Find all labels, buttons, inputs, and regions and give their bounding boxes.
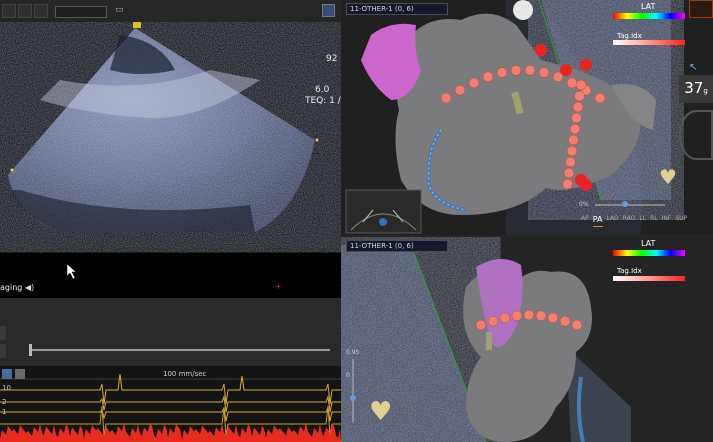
- scale-thumb[interactable]: [350, 395, 356, 401]
- ecg-traces: [0, 373, 341, 442]
- app-window: ▭ 92 6.0 TEQ: 1 / aging ◀) + 100 mm/sec …: [0, 0, 713, 442]
- echo-image: [8, 22, 319, 280]
- tag-legend-bar: [613, 40, 685, 45]
- timeline-slider-thumb[interactable]: [29, 344, 32, 356]
- echo-param-1: 6.0: [315, 85, 330, 95]
- map-top-render: [345, 0, 671, 235]
- toolbar-button-3[interactable]: [34, 4, 48, 18]
- lat-legend-title: LAT: [641, 2, 656, 11]
- minimap[interactable]: [689, 0, 713, 18]
- side-handle-2[interactable]: [0, 344, 6, 358]
- view-button-rao[interactable]: RAO: [623, 215, 636, 227]
- side-handle-1[interactable]: [0, 326, 6, 340]
- map-view-top[interactable]: 11-OTHER-1 (0, 6) LAT Tag.Idx ↖ 37g ♥ 0%…: [341, 0, 713, 235]
- map-selector-top[interactable]: 11-OTHER-1 (0, 6): [346, 3, 448, 15]
- map-view-bottom[interactable]: 11-OTHER-1 (0, 6) LAT Tag.Idx 0.95 0 ♥: [341, 237, 713, 442]
- toolbar-button-2[interactable]: [18, 4, 32, 18]
- lat-legend-bar: [613, 13, 685, 19]
- tag-legend-title: Tag.Idx: [617, 32, 642, 40]
- echo-toolbar: ▭: [0, 0, 341, 22]
- heart-orientation-icon: ♥: [659, 165, 677, 189]
- view-button-ap[interactable]: AP: [581, 215, 589, 227]
- toolbar-field[interactable]: [55, 6, 107, 18]
- scale-top: 0.95: [346, 349, 360, 356]
- echo-viewer[interactable]: ▭ 92 6.0 TEQ: 1 / aging ◀) +: [0, 0, 341, 298]
- zoom-thumb[interactable]: [622, 201, 628, 207]
- cursor-arrow-icon: [66, 263, 77, 280]
- marker-label: +: [275, 282, 282, 291]
- mode-label: aging: [0, 283, 23, 292]
- view-buttons: AP PA LAO RAO LL RL INF SUP: [581, 215, 711, 227]
- scale-mid: 0: [346, 372, 350, 379]
- map-selector-bottom[interactable]: 11-OTHER-1 (0, 6): [346, 240, 448, 252]
- depth-value: 92: [326, 54, 338, 64]
- pointer-icon[interactable]: ↖: [689, 62, 697, 73]
- view-button-sup[interactable]: SUP: [675, 215, 687, 227]
- lat-legend-bar-bottom: [613, 250, 685, 256]
- echo-param-2: TEQ: 1 /: [305, 96, 341, 106]
- tag-legend-title-bottom: Tag.Idx: [617, 267, 642, 275]
- ecg-strip: 100 mm/sec 10 2 1: [0, 366, 341, 442]
- speaker-icon[interactable]: ◀): [25, 283, 34, 292]
- view-button-ll[interactable]: LL: [639, 215, 646, 227]
- timeline-slider[interactable]: [30, 349, 330, 351]
- point-counter: 37g: [679, 75, 713, 103]
- map-bottom-render: [341, 244, 631, 442]
- rotation-dial[interactable]: [679, 110, 713, 160]
- view-button-inf[interactable]: INF: [662, 215, 672, 227]
- mapping-panel: 11-OTHER-1 (0, 6) LAT Tag.Idx ↖ 37g ♥ 0%…: [341, 0, 713, 442]
- orientation-ball[interactable]: [513, 0, 533, 20]
- zoom-level: 0%: [579, 201, 589, 208]
- zoom-slider[interactable]: [595, 204, 665, 206]
- tag-legend-bar-bottom: [613, 276, 685, 281]
- view-button-rl[interactable]: RL: [650, 215, 658, 227]
- lat-legend-title-bottom: LAT: [641, 239, 656, 248]
- heart-orientation-icon-bottom: ♥: [369, 397, 393, 427]
- camera-icon[interactable]: ▭: [115, 5, 127, 15]
- toolbar-button-1[interactable]: [2, 4, 16, 18]
- view-button-lao[interactable]: LAO: [607, 215, 619, 227]
- view-button-pa[interactable]: PA: [592, 215, 603, 227]
- fullscreen-icon[interactable]: [322, 4, 335, 17]
